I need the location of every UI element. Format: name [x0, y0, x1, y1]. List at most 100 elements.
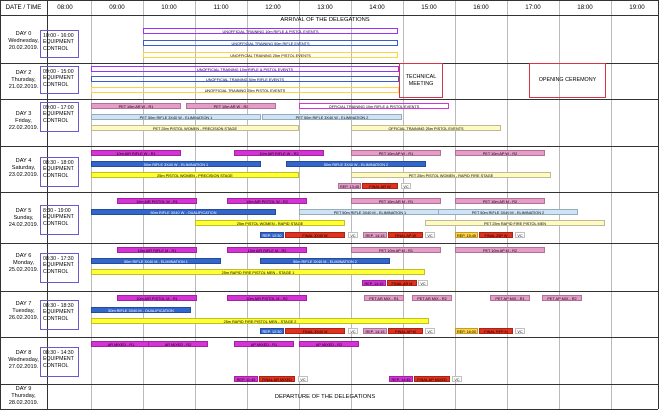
event-block: PET 10m AR W - R2 — [186, 103, 276, 109]
event-block: REP. 11:45 — [234, 376, 258, 382]
event-block: PET AP MIX - R2 — [542, 295, 582, 301]
arrival-span: ARRIVAL OF THE DELEGATIONS — [280, 17, 370, 23]
time-header: 11:00 — [213, 4, 229, 11]
event-block: FINAL AR MIXED — [259, 376, 295, 382]
event-block: PET 50m RIFLE 3X40 M - ELIMINATION 1 — [299, 209, 441, 215]
event-block: REP. 12:30 — [260, 232, 284, 238]
event-block: VC — [515, 232, 525, 238]
event-block: FINAL AP W — [388, 232, 423, 238]
event-block: FINAL 3X40 W — [285, 232, 345, 238]
event-block: 50m RIFLE 3X40 M - ELIMINATION 1 — [91, 258, 221, 264]
event-block: PET AP MIX - R1 — [490, 295, 530, 301]
event-block: UNOFFICIAL TRAINING 50m RIFLE EVENTS — [143, 40, 398, 46]
event-block: 10m AIR RIFLE W - R1 — [91, 150, 181, 156]
time-header: 13:00 — [317, 4, 333, 11]
event-block: UNOFFICIAL TRAINING 10m RIFLE & PISTOL E… — [143, 28, 398, 34]
equipment-control-box: 08:30 - 17:30 EQUIPMENT CONTROL — [40, 253, 79, 283]
event-block: 25m RAPID FIRE PISTOL MEN - STAGE 2 — [91, 318, 429, 324]
equipment-control-box: 08:30 - 18:00 EQUIPMENT CONTROL — [40, 157, 79, 187]
event-block: REP. 14:15 — [363, 328, 387, 334]
event-block: UNOFFICIAL TRAINING 10m RIFLE & PISTOL E… — [91, 66, 399, 72]
event-block: 10m AIR RIFLE M - R2 — [227, 247, 307, 253]
time-header: 14:00 — [369, 4, 385, 11]
event-block: AP MIXED - R2 — [299, 341, 359, 347]
event-block: 10m AIR PISTOL W - R2 — [227, 198, 307, 204]
time-header: 09:00 — [109, 4, 125, 11]
event-block: PET 10m AR M - R1 — [351, 198, 441, 204]
opening-ceremony-box: OPENING CEREMONY — [529, 63, 606, 98]
time-header: 17:00 — [525, 4, 541, 11]
event-block: FINAL 25P W — [479, 232, 513, 238]
event-block: REP. 16:00 — [455, 328, 478, 334]
event-block: 25m RAPID FIRE PISTOL MEN - STAGE 1 — [91, 269, 425, 275]
event-block: REP. 12:30 — [260, 328, 284, 334]
equipment-control-box: 8:30 - 19:00 EQUIPMENT CONTROL — [40, 205, 79, 235]
event-block: 50m RIFLE 3X40 W - ELIMINATION 2 — [286, 161, 426, 167]
event-block: VC — [348, 328, 358, 334]
time-header: 12:00 — [265, 4, 281, 11]
event-block: REP. 15:45 — [455, 232, 478, 238]
event-block: FINAL AP M — [388, 328, 423, 334]
event-block: REP. 14:15 — [363, 232, 387, 238]
event-block: UNOFFICIAL TRAINING 50m RIFLE EVENTS — [91, 76, 399, 82]
event-block: FINAL RFP M — [479, 328, 513, 334]
event-block: REP. 14:45 — [389, 376, 413, 382]
event-block: PET 50m RIFLE 3X40 W - ELIMINATION 2 — [262, 114, 402, 120]
event-block: PET 10m AP W - R1 — [351, 150, 441, 156]
event-block: FINAL AP MIXED — [414, 376, 450, 382]
time-header: 15:00 — [421, 4, 437, 11]
time-header: 18:00 — [577, 4, 593, 11]
event-block: 25m PISTOL WOMEN - PRECISION STAGE — [91, 172, 299, 178]
equipment-control-box: 09:00 - 17:00 EQUIPMENT CONTROL — [40, 102, 79, 132]
event-block: VC — [401, 183, 411, 189]
schedule-grid: DATE / TIME 08:00 09:00 10:00 11:00 12:0… — [0, 0, 660, 411]
event-block: 10m AIR RIFLE W - R2 — [234, 150, 324, 156]
time-header: 19:00 — [629, 4, 645, 11]
event-block: VC — [425, 328, 435, 334]
event-block: 50m RIFLE 3X40 M - QUALIFICATION — [91, 307, 191, 313]
event-block: PET 10m AP M - R2 — [455, 247, 545, 253]
event-block: 50m RIFLE 3X40 W - ELIMINATION 1 — [91, 161, 261, 167]
time-header: 10:00 — [161, 4, 177, 11]
equipment-control-box: 08:30 - 14:30 EQUIPMENT CONTROL — [40, 347, 79, 377]
event-block: PET 25m PISTOL WOMEN - RAPID FIRE STAGE — [351, 172, 551, 178]
time-header: 08:00 — [57, 4, 73, 11]
equipment-control-box: 09:00 - 15:00 EQUIPMENT CONTROL — [40, 66, 79, 94]
event-block: PET 10m AP W - R2 — [455, 150, 545, 156]
event-block: VC — [452, 376, 462, 382]
event-block: PET 50m RIFLE 3X40 M - ELIMINATION 2 — [438, 209, 578, 215]
event-block: 10m AIR PISTOL M - R1 — [117, 295, 197, 301]
event-block: REP. 14:15 — [362, 280, 386, 286]
event-block: FINAL 3X40 M — [285, 328, 345, 334]
event-block: PET AR MIX - R1 — [364, 295, 404, 301]
equipment-control-box: 08:30 - 18:30 EQUIPMENT CONTROL — [40, 300, 79, 330]
event-block: PET 10m AR M - R2 — [455, 198, 545, 204]
event-block: PET 10m AP M - R1 — [351, 247, 441, 253]
event-block: VC — [515, 328, 525, 334]
equipment-control-box: 10:00 - 16:00 EQUIPMENT CONTROL — [40, 30, 79, 58]
event-block: AR MIXED - R2 — [148, 341, 208, 347]
event-block: PET 25m RAPID FIRE PISTOL MEN — [425, 220, 605, 226]
event-block: 10m AIR PISTOL W - R1 — [117, 198, 197, 204]
event-block: 50m RIFLE 3X40 W - QUALIFICATION — [91, 209, 276, 215]
event-block: VC — [418, 280, 428, 286]
event-block: UNOFFICIAL TRAINING 25m PISTOL EVENTS — [143, 52, 398, 58]
event-block: OFFICIAL TRAINING 25m PISTOL EVENTS — [351, 125, 501, 131]
event-block: PET AR MIX - R2 — [412, 295, 452, 301]
event-block: OFFICIAL TRAINING 10m RIFLE & PISTOL EVE… — [299, 103, 449, 109]
event-block: VC — [348, 232, 358, 238]
event-block: AP MIXED - R1 — [234, 341, 294, 347]
departure-span: DEPARTURE OF THE DELEGATIONS — [274, 394, 376, 400]
event-block: FINAL AR M — [387, 280, 417, 286]
event-block: 25m PISTOL WOMEN - RAPID STAGE — [195, 220, 345, 226]
event-block: VC — [298, 376, 308, 382]
event-block: 50m RIFLE 3X40 M - ELIMINATION 2 — [260, 258, 390, 264]
event-block: PET 10m AR W - R1 — [91, 103, 181, 109]
event-block: FINAL AR W — [362, 183, 398, 189]
event-block: PET 25m PISTOL WOMEN - PRECISION STAGE — [91, 125, 299, 131]
event-block: 10m AIR PISTOL M - R2 — [227, 295, 307, 301]
time-header: 16:00 — [473, 4, 489, 11]
event-block: VC — [425, 232, 435, 238]
event-block: 10m AIR RIFLE M - R1 — [117, 247, 197, 253]
corner-header: DATE / TIME — [5, 4, 42, 11]
